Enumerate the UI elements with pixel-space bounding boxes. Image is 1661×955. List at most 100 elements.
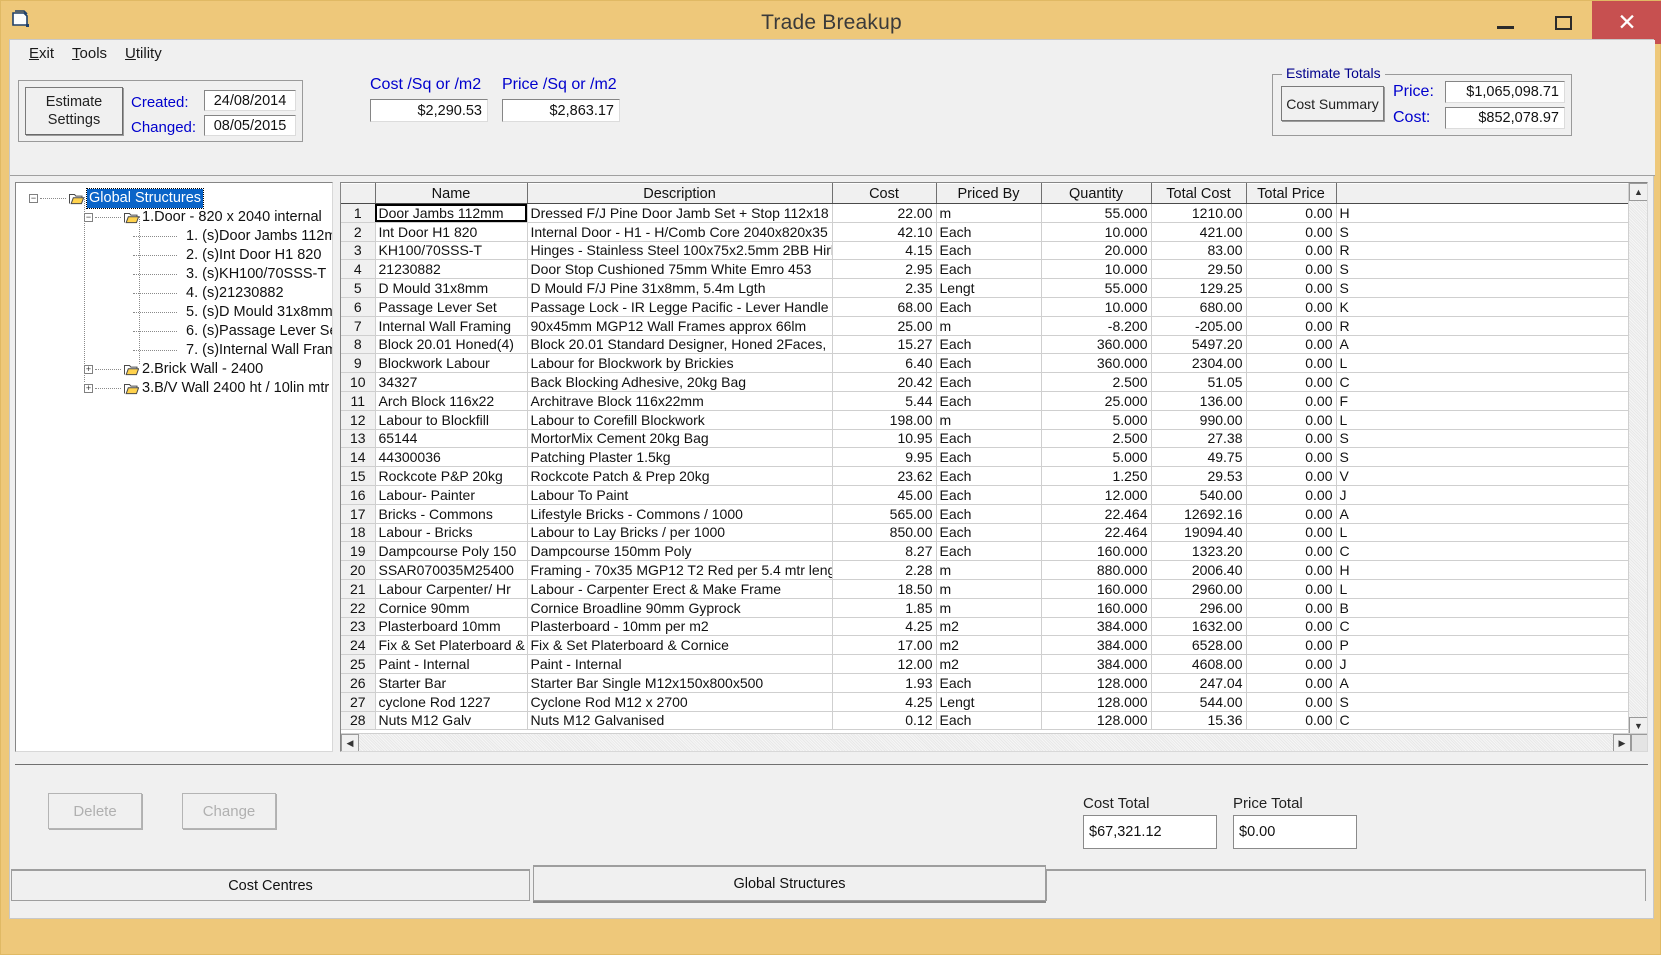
price-per-sq-field[interactable]: $2,863.17 bbox=[502, 99, 620, 122]
quantity-cell[interactable]: 22.464 bbox=[1041, 504, 1152, 524]
total-price-cell[interactable]: 0.00 bbox=[1246, 711, 1337, 731]
cost-cell[interactable]: 10.95 bbox=[832, 429, 937, 449]
quantity-cell[interactable]: 160.000 bbox=[1041, 598, 1152, 618]
total-cost-cell[interactable]: 680.00 bbox=[1151, 297, 1247, 317]
priced-by-cell[interactable]: Each bbox=[936, 297, 1042, 317]
cost-cell[interactable]: 9.95 bbox=[832, 447, 937, 468]
cost-cell[interactable]: 198.00 bbox=[832, 410, 937, 430]
total-cost-cell[interactable]: 296.00 bbox=[1151, 598, 1247, 618]
row-number-cell[interactable]: 1 bbox=[341, 203, 376, 223]
row-number-cell[interactable]: 22 bbox=[341, 597, 376, 618]
name-cell[interactable]: 21230882 bbox=[375, 259, 528, 280]
name-cell[interactable]: Bricks - Commons bbox=[375, 504, 528, 524]
cost-cell[interactable]: 1.93 bbox=[832, 673, 937, 693]
name-cell[interactable]: Starter Bar bbox=[375, 673, 528, 693]
total-price-cell[interactable]: 0.00 bbox=[1246, 391, 1337, 411]
cost-cell[interactable]: 0.12 bbox=[832, 711, 937, 731]
total-price-cell[interactable]: 0.00 bbox=[1246, 598, 1337, 618]
trade-cell[interactable]: L bbox=[1336, 353, 1631, 374]
created-date-field[interactable]: 24/08/2014 bbox=[204, 90, 296, 111]
total-cost-cell[interactable]: -205.00 bbox=[1151, 316, 1247, 336]
table-row[interactable]: 3 KH100/70SSS-T Hinges - Stainless Steel 1… bbox=[341, 240, 1631, 261]
row-number-cell[interactable]: 7 bbox=[341, 315, 376, 336]
trade-cell[interactable]: B bbox=[1336, 598, 1631, 618]
table-row[interactable]: 17 Bricks - Commons Lifestyle Bricks - Com… bbox=[341, 503, 1631, 524]
total-cost-cell[interactable]: 990.00 bbox=[1151, 410, 1247, 430]
changed-date-field[interactable]: 08/05/2015 bbox=[204, 115, 296, 136]
tree-node[interactable]: 4. (s)21230882 bbox=[16, 284, 332, 303]
name-cell[interactable]: KH100/70SSS-T bbox=[375, 241, 528, 261]
total-price-cell[interactable]: 0.00 bbox=[1246, 353, 1337, 374]
trade-cell[interactable]: A bbox=[1336, 673, 1631, 693]
description-cell[interactable]: Dressed F/J Pine Door Jamb Set + Stop 11… bbox=[527, 203, 833, 223]
row-number-cell[interactable]: 3 bbox=[341, 240, 376, 261]
cost-cell[interactable]: 6.40 bbox=[832, 353, 937, 374]
priced-by-cell[interactable]: Lengt bbox=[936, 692, 1042, 712]
name-cell[interactable]: D Mould 31x8mm bbox=[375, 278, 528, 298]
trade-cell[interactable]: S bbox=[1336, 259, 1631, 280]
column-header[interactable]: Total Cost bbox=[1151, 183, 1247, 204]
total-price-cell[interactable]: 0.00 bbox=[1246, 485, 1337, 505]
row-number-cell[interactable]: 6 bbox=[341, 296, 376, 317]
table-row[interactable]: 15 Rockcote P&P 20kg Rockcote Patch & Prep… bbox=[341, 466, 1631, 486]
description-cell[interactable]: D Mould F/J Pine 31x8mm, 5.4m Lgth bbox=[527, 278, 833, 298]
row-number-cell[interactable]: 28 bbox=[341, 710, 376, 731]
row-number-cell[interactable]: 26 bbox=[341, 672, 376, 693]
description-cell[interactable]: Paint - Internal bbox=[527, 654, 833, 674]
priced-by-cell[interactable]: Each bbox=[936, 523, 1042, 543]
trade-cell[interactable]: J bbox=[1336, 654, 1631, 674]
delete-button[interactable]: Delete bbox=[48, 793, 142, 829]
priced-by-cell[interactable]: m2 bbox=[936, 635, 1042, 656]
priced-by-cell[interactable]: m bbox=[936, 203, 1042, 223]
cost-cell[interactable]: 1.85 bbox=[832, 598, 937, 618]
collapse-icon[interactable]: − bbox=[29, 194, 38, 203]
total-price-cell[interactable]: 0.00 bbox=[1246, 222, 1337, 242]
description-cell[interactable]: Patching Plaster 1.5kg bbox=[527, 447, 833, 468]
cost-cell[interactable]: 4.25 bbox=[832, 692, 937, 712]
table-row[interactable]: 1 Door Jambs 112mm Dressed F/J Pine Door J… bbox=[341, 203, 1631, 223]
row-number-cell[interactable]: 9 bbox=[341, 353, 376, 374]
quantity-cell[interactable]: 22.464 bbox=[1041, 523, 1152, 543]
description-cell[interactable]: Block 20.01 Standard Designer, Honed 2Fa… bbox=[527, 335, 833, 355]
row-number-cell[interactable]: 11 bbox=[341, 390, 376, 411]
column-header[interactable]: Quantity bbox=[1041, 183, 1152, 204]
total-cost-cell[interactable]: 540.00 bbox=[1151, 485, 1247, 505]
menu-tools[interactable]: Tools bbox=[63, 43, 116, 64]
quantity-cell[interactable]: 360.000 bbox=[1041, 353, 1152, 374]
total-cost-cell[interactable]: 4608.00 bbox=[1151, 654, 1247, 674]
priced-by-cell[interactable]: Each bbox=[936, 429, 1042, 449]
hscroll-track[interactable] bbox=[359, 734, 1613, 751]
row-number-cell[interactable]: 8 bbox=[341, 334, 376, 355]
quantity-cell[interactable]: 10.000 bbox=[1041, 222, 1152, 242]
row-number-cell[interactable]: 15 bbox=[341, 466, 376, 486]
description-cell[interactable]: Fix & Set Platerboard & Cornice bbox=[527, 635, 833, 656]
description-cell[interactable]: Hinges - Stainless Steel 100x75x2.5mm 2B… bbox=[527, 241, 833, 261]
name-cell[interactable]: Fix & Set Platerboard & bbox=[375, 635, 528, 656]
minimize-button[interactable] bbox=[1476, 1, 1534, 44]
quantity-cell[interactable]: 384.000 bbox=[1041, 654, 1152, 674]
name-cell[interactable]: Plasterboard 10mm bbox=[375, 617, 528, 637]
table-row[interactable]: 23 Plasterboard 10mm Plasterboard - 10mm p… bbox=[341, 616, 1631, 637]
table-row[interactable]: 10 34327 Back Blocking Adhesive, 20kg Bag 2… bbox=[341, 372, 1631, 392]
name-cell[interactable]: Internal Wall Framing bbox=[375, 316, 528, 336]
quantity-cell[interactable]: 1.250 bbox=[1041, 466, 1152, 486]
total-price-cell[interactable]: 0.00 bbox=[1246, 466, 1337, 486]
table-row[interactable]: 27 cyclone Rod 1227 Cyclone Rod M12 x 2700… bbox=[341, 691, 1631, 712]
table-row[interactable]: 12 Labour to Blockfill Labour to Corefill … bbox=[341, 409, 1631, 430]
cost-per-sq-field[interactable]: $2,290.53 bbox=[370, 99, 488, 122]
priced-by-cell[interactable]: Each bbox=[936, 372, 1042, 392]
total-cost-cell[interactable]: 83.00 bbox=[1151, 241, 1247, 261]
quantity-cell[interactable]: 20.000 bbox=[1041, 241, 1152, 261]
quantity-cell[interactable]: 128.000 bbox=[1041, 673, 1152, 693]
total-price-cell[interactable]: 0.00 bbox=[1246, 316, 1337, 336]
name-cell[interactable]: Passage Lever Set bbox=[375, 297, 528, 317]
quantity-cell[interactable]: 10.000 bbox=[1041, 259, 1152, 280]
row-number-cell[interactable]: 12 bbox=[341, 409, 376, 430]
cost-cell[interactable]: 22.00 bbox=[832, 203, 937, 223]
description-cell[interactable]: Passage Lock - IR Legge Pacific - Lever … bbox=[527, 297, 833, 317]
description-cell[interactable]: Door Stop Cushioned 75mm White Emro 453 bbox=[527, 259, 833, 280]
trade-cell[interactable]: J bbox=[1336, 485, 1631, 505]
description-cell[interactable]: Architrave Block 116x22mm bbox=[527, 391, 833, 411]
total-cost-cell[interactable]: 15.36 bbox=[1151, 711, 1247, 731]
table-row[interactable]: 14 44300036 Patching Plaster 1.5kg 9.95 Each… bbox=[341, 447, 1631, 468]
